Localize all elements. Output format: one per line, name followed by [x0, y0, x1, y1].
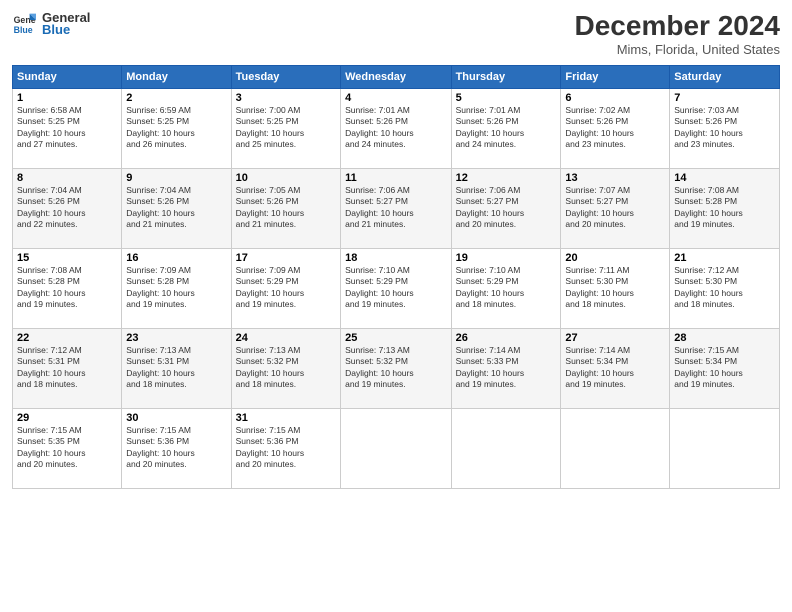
day-cell: 18Sunrise: 7:10 AM Sunset: 5:29 PM Dayli…	[341, 249, 451, 329]
day-cell: 22Sunrise: 7:12 AM Sunset: 5:31 PM Dayli…	[13, 329, 122, 409]
col-thursday: Thursday	[451, 66, 561, 89]
day-cell	[341, 409, 451, 489]
day-cell: 10Sunrise: 7:05 AM Sunset: 5:26 PM Dayli…	[231, 169, 340, 249]
day-cell	[561, 409, 670, 489]
day-cell: 31Sunrise: 7:15 AM Sunset: 5:36 PM Dayli…	[231, 409, 340, 489]
col-sunday: Sunday	[13, 66, 122, 89]
month-title: December 2024	[575, 10, 780, 42]
col-saturday: Saturday	[670, 66, 780, 89]
day-cell	[451, 409, 561, 489]
page-container: General Blue General Blue December 2024 …	[0, 0, 792, 612]
col-friday: Friday	[561, 66, 670, 89]
day-cell: 5Sunrise: 7:01 AM Sunset: 5:26 PM Daylig…	[451, 89, 561, 169]
day-cell: 21Sunrise: 7:12 AM Sunset: 5:30 PM Dayli…	[670, 249, 780, 329]
day-cell: 19Sunrise: 7:10 AM Sunset: 5:29 PM Dayli…	[451, 249, 561, 329]
day-cell: 15Sunrise: 7:08 AM Sunset: 5:28 PM Dayli…	[13, 249, 122, 329]
logo-line2: Blue	[42, 22, 90, 37]
calendar: Sunday Monday Tuesday Wednesday Thursday…	[12, 65, 780, 489]
day-cell: 30Sunrise: 7:15 AM Sunset: 5:36 PM Dayli…	[122, 409, 231, 489]
col-tuesday: Tuesday	[231, 66, 340, 89]
day-cell: 26Sunrise: 7:14 AM Sunset: 5:33 PM Dayli…	[451, 329, 561, 409]
day-cell: 28Sunrise: 7:15 AM Sunset: 5:34 PM Dayli…	[670, 329, 780, 409]
day-cell: 16Sunrise: 7:09 AM Sunset: 5:28 PM Dayli…	[122, 249, 231, 329]
week-row-2: 8Sunrise: 7:04 AM Sunset: 5:26 PM Daylig…	[13, 169, 780, 249]
week-row-5: 29Sunrise: 7:15 AM Sunset: 5:35 PM Dayli…	[13, 409, 780, 489]
day-cell: 23Sunrise: 7:13 AM Sunset: 5:31 PM Dayli…	[122, 329, 231, 409]
day-cell: 1Sunrise: 6:58 AM Sunset: 5:25 PM Daylig…	[13, 89, 122, 169]
day-cell: 11Sunrise: 7:06 AM Sunset: 5:27 PM Dayli…	[341, 169, 451, 249]
location: Mims, Florida, United States	[575, 42, 780, 57]
day-cell: 8Sunrise: 7:04 AM Sunset: 5:26 PM Daylig…	[13, 169, 122, 249]
day-cell: 25Sunrise: 7:13 AM Sunset: 5:32 PM Dayli…	[341, 329, 451, 409]
day-cell: 14Sunrise: 7:08 AM Sunset: 5:28 PM Dayli…	[670, 169, 780, 249]
svg-text:Blue: Blue	[14, 24, 33, 34]
day-cell: 20Sunrise: 7:11 AM Sunset: 5:30 PM Dayli…	[561, 249, 670, 329]
title-block: December 2024 Mims, Florida, United Stat…	[575, 10, 780, 57]
week-row-1: 1Sunrise: 6:58 AM Sunset: 5:25 PM Daylig…	[13, 89, 780, 169]
day-cell	[670, 409, 780, 489]
week-row-3: 15Sunrise: 7:08 AM Sunset: 5:28 PM Dayli…	[13, 249, 780, 329]
day-cell: 3Sunrise: 7:00 AM Sunset: 5:25 PM Daylig…	[231, 89, 340, 169]
day-cell: 13Sunrise: 7:07 AM Sunset: 5:27 PM Dayli…	[561, 169, 670, 249]
day-cell: 17Sunrise: 7:09 AM Sunset: 5:29 PM Dayli…	[231, 249, 340, 329]
logo: General Blue General Blue	[12, 10, 90, 37]
day-cell: 12Sunrise: 7:06 AM Sunset: 5:27 PM Dayli…	[451, 169, 561, 249]
day-cell: 29Sunrise: 7:15 AM Sunset: 5:35 PM Dayli…	[13, 409, 122, 489]
day-cell: 2Sunrise: 6:59 AM Sunset: 5:25 PM Daylig…	[122, 89, 231, 169]
header: General Blue General Blue December 2024 …	[12, 10, 780, 57]
day-cell: 24Sunrise: 7:13 AM Sunset: 5:32 PM Dayli…	[231, 329, 340, 409]
day-cell: 7Sunrise: 7:03 AM Sunset: 5:26 PM Daylig…	[670, 89, 780, 169]
col-monday: Monday	[122, 66, 231, 89]
day-cell: 9Sunrise: 7:04 AM Sunset: 5:26 PM Daylig…	[122, 169, 231, 249]
day-cell: 4Sunrise: 7:01 AM Sunset: 5:26 PM Daylig…	[341, 89, 451, 169]
day-cell: 6Sunrise: 7:02 AM Sunset: 5:26 PM Daylig…	[561, 89, 670, 169]
col-wednesday: Wednesday	[341, 66, 451, 89]
logo-icon: General Blue	[12, 12, 36, 36]
header-row: Sunday Monday Tuesday Wednesday Thursday…	[13, 66, 780, 89]
week-row-4: 22Sunrise: 7:12 AM Sunset: 5:31 PM Dayli…	[13, 329, 780, 409]
day-cell: 27Sunrise: 7:14 AM Sunset: 5:34 PM Dayli…	[561, 329, 670, 409]
